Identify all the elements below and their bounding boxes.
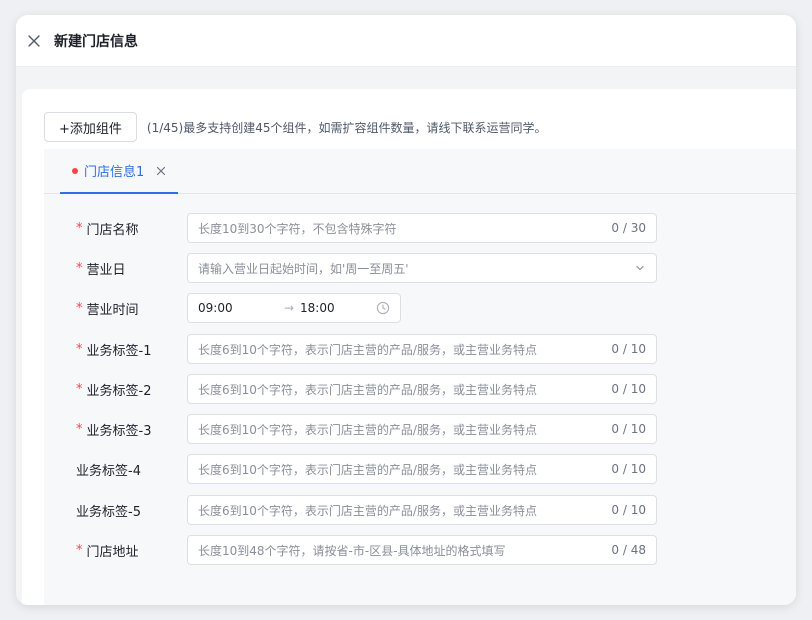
- placeholder-text: 长度6到10个字符，表示门店主营的产品/服务，或主营业务特点: [198, 382, 537, 397]
- char-counter: 0 / 10: [611, 503, 646, 517]
- label-text: 营业日: [86, 262, 126, 278]
- placeholder-text: 请输入营业日起始时间，如'周一至周五': [198, 261, 409, 276]
- close-icon[interactable]: [26, 33, 42, 49]
- dialog-header: 新建门店信息: [16, 15, 796, 67]
- tag-3-input[interactable]: 长度6到10个字符，表示门店主营的产品/服务，或主营业务特点 0 / 10: [187, 414, 657, 444]
- form-row-store-name: * 门店名称 长度10到30个字符，不包含特殊字符 0 / 30: [44, 213, 796, 243]
- field-label: * 门店地址: [76, 541, 139, 560]
- field-label: * 业务标签-2: [76, 380, 151, 399]
- component-panel: 门店信息1 * 门店名称 长度10到30个字符，不包含特殊字符 0 / 30 *…: [44, 149, 796, 605]
- chevron-down-icon: [634, 262, 646, 274]
- address-input[interactable]: 长度10到48个字符，请按省-市-区县-具体地址的格式填写 0 / 48: [187, 535, 657, 565]
- tag-4-input[interactable]: 长度6到10个字符，表示门店主营的产品/服务，或主营业务特点 0 / 10: [187, 454, 657, 484]
- char-counter: 0 / 10: [611, 382, 646, 396]
- required-mark: *: [76, 260, 83, 276]
- label-text: 业务标签-1: [86, 343, 152, 359]
- placeholder-text: 长度10到30个字符，不包含特殊字符: [198, 221, 397, 236]
- form-row-tag-1: * 业务标签-1 长度6到10个字符，表示门店主营的产品/服务，或主营业务特点 …: [44, 334, 796, 364]
- component-toolbar: +添加组件 (1/45)最多支持创建45个组件，如需扩容组件数量，请线下联系运营…: [44, 112, 547, 142]
- tag-1-input[interactable]: 长度6到10个字符，表示门店主营的产品/服务，或主营业务特点 0 / 10: [187, 334, 657, 364]
- placeholder-text: 长度6到10个字符，表示门店主营的产品/服务，或主营业务特点: [198, 422, 537, 437]
- char-counter: 0 / 10: [611, 462, 646, 476]
- field-label: * 营业日: [76, 259, 126, 278]
- label-text: 业务标签-2: [86, 383, 152, 399]
- field-label: * 业务标签-1: [76, 340, 151, 359]
- component-limit-hint: (1/45)最多支持创建45个组件，如需扩容组件数量，请线下联系运营同学。: [146, 120, 547, 135]
- label-text: 业务标签-3: [86, 423, 152, 439]
- required-mark: *: [76, 220, 83, 236]
- form-row-tag-3: * 业务标签-3 长度6到10个字符，表示门店主营的产品/服务，或主营业务特点 …: [44, 414, 796, 444]
- close-icon[interactable]: [156, 166, 166, 176]
- end-time[interactable]: 18:00: [300, 301, 376, 315]
- field-label: * 业务标签-3: [76, 420, 151, 439]
- required-mark: *: [76, 542, 83, 558]
- required-mark: *: [76, 341, 83, 357]
- component-tabs: 门店信息1: [44, 149, 796, 194]
- field-label: * 门店名称: [76, 219, 139, 238]
- label-text: 业务标签-4: [76, 463, 141, 479]
- business-days-select[interactable]: 请输入营业日起始时间，如'周一至周五': [187, 253, 657, 283]
- form-row-tag-4: 业务标签-4 长度6到10个字符，表示门店主营的产品/服务，或主营业务特点 0 …: [44, 454, 796, 484]
- start-time[interactable]: 09:00: [198, 301, 278, 315]
- char-counter: 0 / 10: [611, 342, 646, 356]
- tag-5-input[interactable]: 长度6到10个字符，表示门店主营的产品/服务，或主营业务特点 0 / 10: [187, 495, 657, 525]
- required-mark: *: [76, 421, 83, 437]
- placeholder-text: 长度6到10个字符，表示门店主营的产品/服务，或主营业务特点: [198, 342, 537, 357]
- required-mark: *: [76, 300, 83, 316]
- range-arrow: →: [283, 301, 295, 315]
- dialog: 新建门店信息 +添加组件 (1/45)最多支持创建45个组件，如需扩容组件数量，…: [16, 15, 796, 605]
- form-row-tag-2: * 业务标签-2 长度6到10个字符，表示门店主营的产品/服务，或主营业务特点 …: [44, 374, 796, 404]
- placeholder-text: 长度10到48个字符，请按省-市-区县-具体地址的格式填写: [198, 543, 506, 558]
- form-row-business-days: * 营业日 请输入营业日起始时间，如'周一至周五': [44, 253, 796, 283]
- placeholder-text: 长度6到10个字符，表示门店主营的产品/服务，或主营业务特点: [198, 503, 537, 518]
- tab-label: 门店信息1: [84, 165, 145, 180]
- label-text: 业务标签-5: [76, 504, 141, 520]
- store-name-input[interactable]: 长度10到30个字符，不包含特殊字符 0 / 30: [187, 213, 657, 243]
- tab-store-info-1[interactable]: 门店信息1: [60, 149, 178, 194]
- placeholder-text: 长度6到10个字符，表示门店主营的产品/服务，或主营业务特点: [198, 462, 537, 477]
- char-counter: 0 / 10: [611, 422, 646, 436]
- form-row-address: * 门店地址 长度10到48个字符，请按省-市-区县-具体地址的格式填写 0 /…: [44, 535, 796, 565]
- field-label: * 营业时间: [76, 299, 139, 318]
- char-counter: 0 / 48: [611, 543, 646, 557]
- field-label: 业务标签-5: [76, 501, 141, 520]
- label-text: 门店地址: [86, 544, 139, 560]
- label-text: 门店名称: [86, 222, 139, 238]
- label-text: 营业时间: [86, 302, 139, 318]
- error-dot: [72, 167, 78, 174]
- form-row-tag-5: 业务标签-5 长度6到10个字符，表示门店主营的产品/服务，或主营业务特点 0 …: [44, 495, 796, 525]
- field-label: 业务标签-4: [76, 460, 141, 479]
- add-component-button[interactable]: +添加组件: [44, 112, 137, 142]
- tag-2-input[interactable]: 长度6到10个字符，表示门店主营的产品/服务，或主营业务特点 0 / 10: [187, 374, 657, 404]
- clock-icon: [376, 301, 390, 315]
- required-mark: *: [76, 381, 83, 397]
- form-row-business-hours: * 营业时间 09:00 → 18:00: [44, 293, 796, 323]
- char-counter: 0 / 30: [611, 221, 646, 235]
- dialog-content: +添加组件 (1/45)最多支持创建45个组件，如需扩容组件数量，请线下联系运营…: [22, 89, 796, 605]
- business-hours-picker[interactable]: 09:00 → 18:00: [187, 293, 401, 323]
- dialog-title: 新建门店信息: [54, 33, 138, 50]
